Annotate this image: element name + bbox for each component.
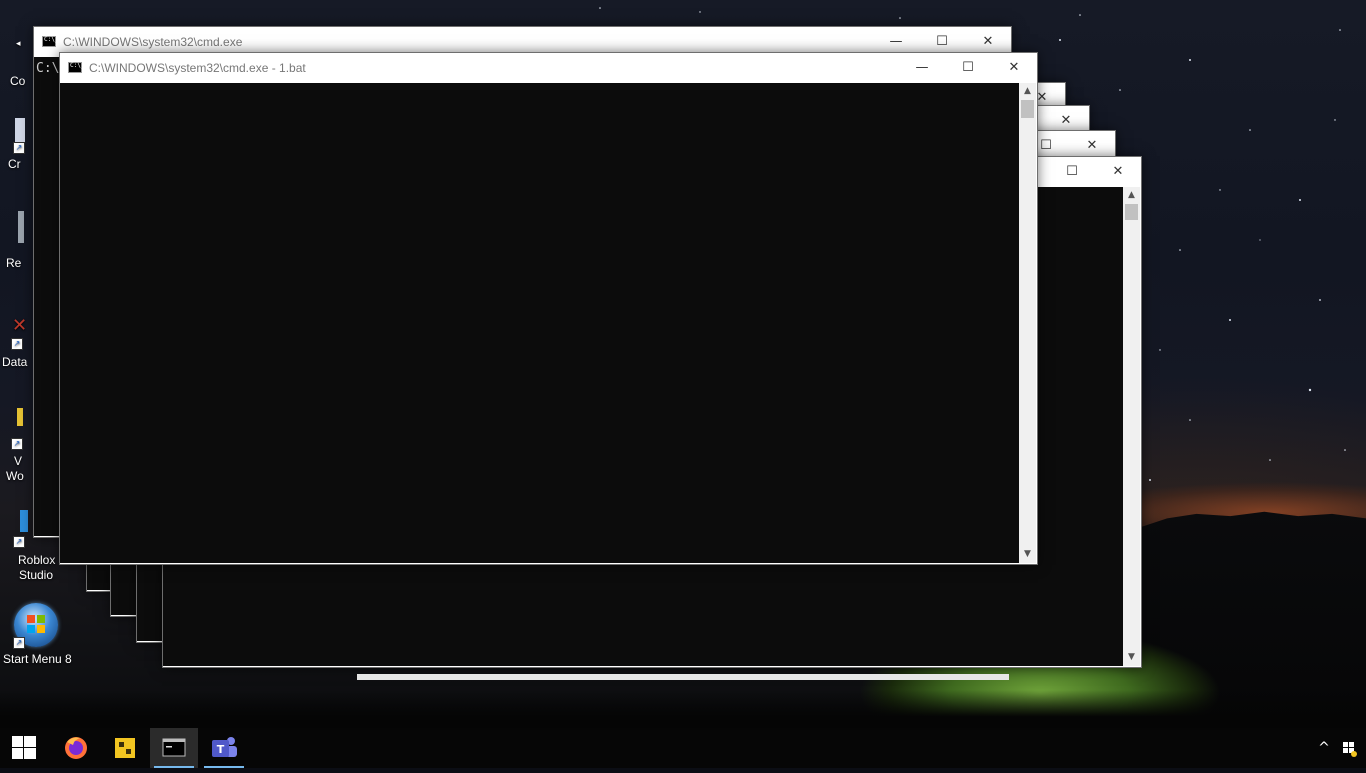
tray-overflow-chevron-icon[interactable]: ^ xyxy=(1312,728,1336,768)
vertical-scrollbar[interactable]: ▲ ▼ xyxy=(1019,83,1036,563)
vertical-scrollbar[interactable]: ▲ ▼ xyxy=(1123,187,1140,666)
teams-icon: T xyxy=(212,737,237,757)
desktop-icon-label: Re xyxy=(6,256,22,270)
scroll-thumb[interactable] xyxy=(1021,100,1034,118)
desktop-icon-label: Co xyxy=(10,74,26,88)
close-button[interactable]: ✕ xyxy=(991,53,1037,83)
desktop-icon-label: Start Menu 8 xyxy=(3,652,72,666)
desktop-icon-label: Cr xyxy=(8,157,21,171)
shortcut-arrow-icon: ↗ xyxy=(11,338,23,350)
scroll-down-arrow[interactable]: ▼ xyxy=(1019,546,1036,563)
folder-icon xyxy=(17,408,23,426)
recycle-bin-icon xyxy=(18,211,24,243)
window-title: C:\WINDOWS\system32\cmd.exe - 1.bat xyxy=(89,61,306,75)
taskbar-teams[interactable]: T xyxy=(200,728,248,768)
ground-shadow xyxy=(0,690,1366,728)
scroll-down-arrow[interactable]: ▼ xyxy=(1123,649,1140,666)
console-area[interactable] xyxy=(60,83,1019,563)
maximize-button[interactable]: ☐ xyxy=(1049,157,1095,187)
console-output xyxy=(60,83,1019,91)
close-button[interactable]: ✕ xyxy=(1095,157,1141,187)
desktop-icon-label: Wo xyxy=(6,469,24,483)
cmd-icon xyxy=(68,62,84,73)
firefox-icon xyxy=(65,737,87,759)
scroll-up-arrow[interactable]: ▲ xyxy=(1123,187,1140,204)
minimize-button[interactable]: — xyxy=(899,53,945,83)
horizontal-scrollbar-remnant xyxy=(357,674,1009,680)
taskbar: T ^ xyxy=(0,728,1366,768)
desktop-icon-label: Studio xyxy=(19,568,54,582)
roblox-studio-icon xyxy=(115,738,135,758)
desktop-icon-start-menu-8[interactable]: ↗ Start Menu 8 xyxy=(0,600,74,670)
taskbar-firefox[interactable] xyxy=(52,728,100,768)
maximize-button[interactable]: ☐ xyxy=(945,53,991,83)
svg-text:T: T xyxy=(217,743,225,756)
windows-security-icon xyxy=(1343,742,1357,757)
roblox-studio-icon xyxy=(20,510,28,532)
windows-logo-icon xyxy=(12,736,36,759)
desktop-icon-label: Data xyxy=(2,355,28,369)
shortcut-arrow-icon: ↗ xyxy=(11,438,23,450)
small-arrow-icon: ◂ xyxy=(16,38,21,48)
cmd-window-front[interactable]: C:\WINDOWS\system32\cmd.exe - 1.bat — ☐ … xyxy=(59,52,1038,565)
cmd-icon xyxy=(162,738,186,757)
shortcut-arrow-icon: ↗ xyxy=(13,637,25,649)
scroll-thumb[interactable] xyxy=(1125,204,1138,220)
shortcut-arrow-icon: ↗ xyxy=(13,142,25,154)
desktop-icon-label: Roblox xyxy=(18,553,56,567)
scroll-up-arrow[interactable]: ▲ xyxy=(1019,83,1036,100)
desktop-icon-label: V xyxy=(14,454,23,468)
taskbar-cmd[interactable] xyxy=(150,728,198,768)
data-app-icon: ✕ xyxy=(12,315,28,335)
window-title: C:\WINDOWS\system32\cmd.exe xyxy=(63,35,243,49)
window-titlebar[interactable]: C:\WINDOWS\system32\cmd.exe - 1.bat — ☐ … xyxy=(60,53,1037,83)
cmd-icon xyxy=(42,36,58,47)
tray-security-icon[interactable] xyxy=(1338,728,1362,768)
start-button[interactable] xyxy=(0,728,48,768)
taskbar-roblox-studio[interactable] xyxy=(101,728,149,768)
shortcut-arrow-icon: ↗ xyxy=(13,536,25,548)
